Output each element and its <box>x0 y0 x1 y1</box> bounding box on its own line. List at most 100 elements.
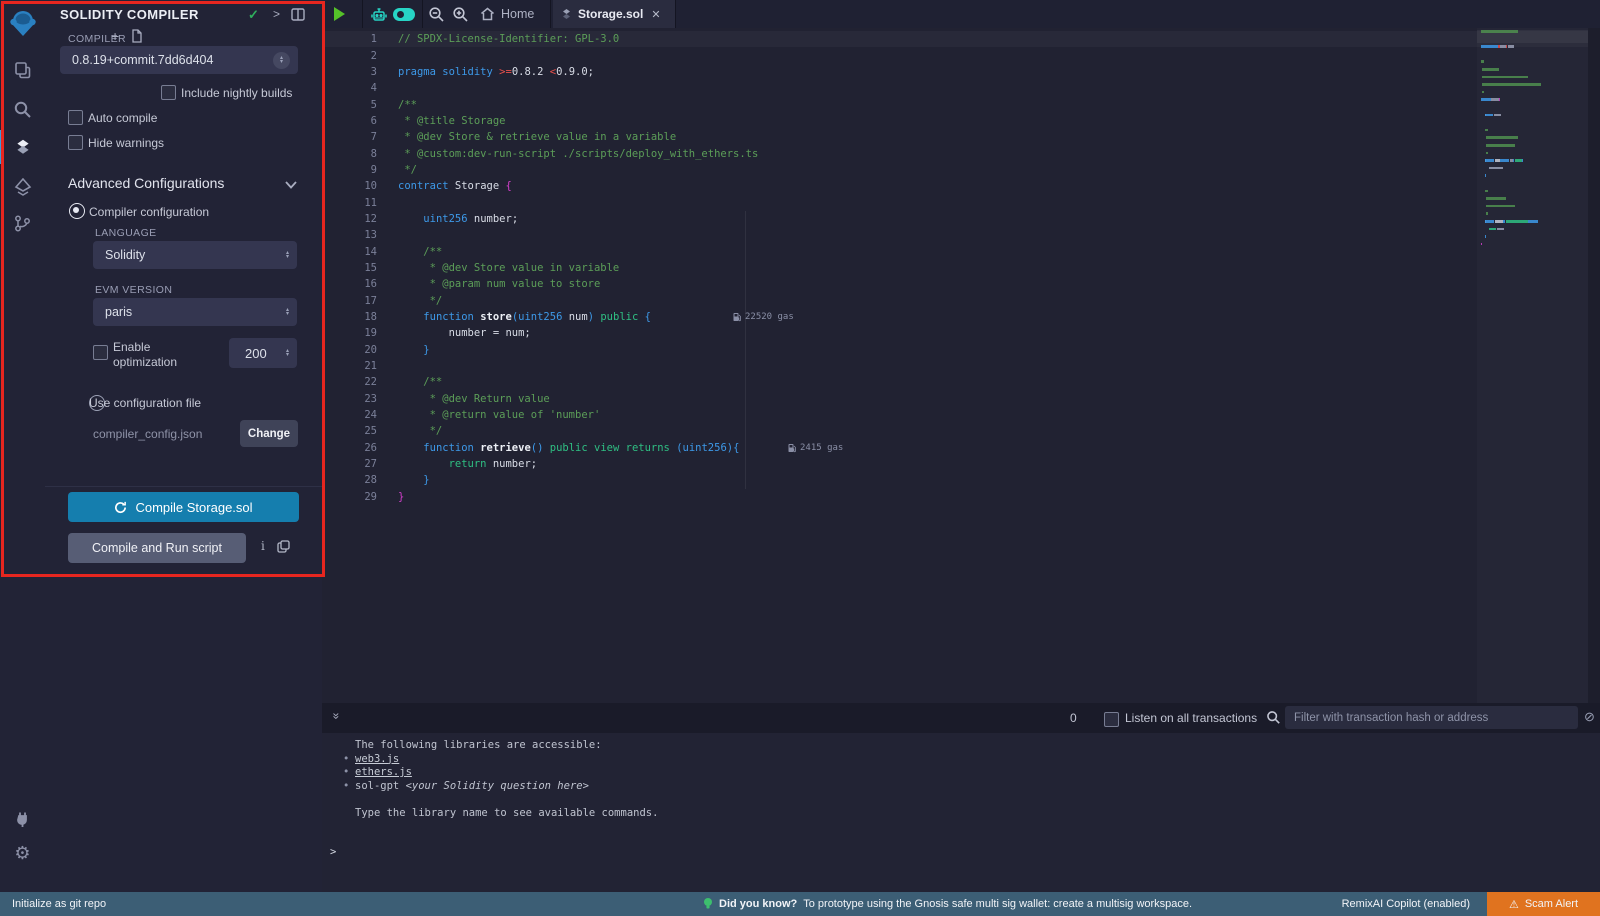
hide-warnings-checkbox[interactable] <box>68 135 83 150</box>
code-line[interactable]: 28 } <box>322 472 1600 488</box>
terminal-header: » 0 Listen on all transactions ⊘ <box>322 703 1600 733</box>
language-select[interactable]: Solidity ▴▾ <box>93 241 297 269</box>
open-file-icon[interactable] <box>130 29 143 43</box>
copilot-status[interactable]: RemixAI Copilot (enabled) <box>1342 898 1470 910</box>
minimap[interactable] <box>1477 28 1588 703</box>
optimization-runs-input[interactable]: 200 ▴▾ <box>229 338 297 368</box>
sidebar-item-git[interactable] <box>0 209 45 237</box>
code-line[interactable]: 21 <box>322 358 1600 374</box>
run-script-button[interactable] <box>334 0 345 28</box>
remixai-assistant-button[interactable] <box>370 0 388 28</box>
code-line[interactable]: 8 * @custom:dev-run-script ./scripts/dep… <box>322 145 1600 161</box>
code-line[interactable]: 13 <box>322 227 1600 243</box>
evm-version-select[interactable]: paris ▴▾ <box>93 298 297 326</box>
code-line[interactable]: 23 * @dev Return value <box>322 391 1600 407</box>
tab-home[interactable]: Home <box>480 0 534 28</box>
info-icon[interactable]: i <box>261 539 265 553</box>
code-line[interactable]: 12 uint256 number; <box>322 211 1600 227</box>
code-line[interactable]: 25 */ <box>322 423 1600 439</box>
include-nightly-checkbox[interactable] <box>161 85 176 100</box>
code-line[interactable]: 24 * @return value of 'number' <box>322 407 1600 423</box>
compiler-configuration-radio[interactable] <box>69 203 85 219</box>
code-line[interactable]: 20 } <box>322 342 1600 358</box>
sidebar-item-plugin-manager[interactable] <box>0 806 45 832</box>
terminal-prompt[interactable]: > <box>330 846 336 858</box>
code-line[interactable]: 5/** <box>322 96 1600 112</box>
refresh-icon <box>114 501 127 514</box>
code-line[interactable]: 26 function retrieve() public view retur… <box>322 440 1600 456</box>
compiler-version-select[interactable]: 0.8.19+commit.7dd6d404 ▴▾ <box>60 46 298 74</box>
sidebar-item-deploy-run[interactable] <box>0 174 45 202</box>
enable-optimization-checkbox[interactable] <box>93 345 108 360</box>
zoom-out-button[interactable] <box>428 0 445 28</box>
git-init-button[interactable]: Initialize as git repo <box>12 898 106 910</box>
code-text: // SPDX-License-Identifier: GPL-3.0 <box>398 33 619 45</box>
code-line[interactable]: 27 return number; <box>322 456 1600 472</box>
split-view-icon[interactable] <box>291 8 305 21</box>
code-line[interactable]: 16 * @param num value to store <box>322 276 1600 292</box>
bullet-icon: • <box>343 766 349 780</box>
change-config-button[interactable]: Change <box>240 420 298 447</box>
copilot-toggle[interactable] <box>393 0 415 28</box>
code-line[interactable]: 3pragma solidity >=0.8.2 <0.9.0; <box>322 64 1600 80</box>
line-number: 2 <box>322 50 377 62</box>
sidebar-item-settings[interactable]: ⚙ <box>0 840 45 866</box>
code-text: */ <box>398 295 442 307</box>
code-line[interactable]: 19 number = num; <box>322 325 1600 341</box>
code-line[interactable]: 29} <box>322 489 1600 505</box>
terminal-line: • ethers.js <box>322 766 1600 780</box>
terminal-line: •sol-gpt <your Solidity question here> <box>322 780 1600 794</box>
line-number: 6 <box>322 115 377 127</box>
sidebar-item-file-explorer[interactable] <box>0 56 45 84</box>
editor-scrollbar[interactable] <box>1588 28 1600 703</box>
expand-terminal-icon[interactable]: » <box>329 713 343 718</box>
remix-logo[interactable] <box>0 8 45 40</box>
block-transactions-icon[interactable]: ⊘ <box>1584 709 1595 725</box>
evm-version-label: EVM VERSION <box>95 284 172 296</box>
sidebar-item-search[interactable] <box>0 95 45 123</box>
transaction-filter-input[interactable] <box>1285 706 1578 729</box>
hide-warnings-label: Hide warnings <box>88 136 164 150</box>
code-editor[interactable]: 1 // SPDX-License-Identifier: GPL-3.0 2 3pr… <box>322 28 1600 703</box>
code-line[interactable]: 11 <box>322 194 1600 210</box>
code-text: contract Storage { <box>398 180 512 192</box>
code-line[interactable]: 6 * @title Storage <box>322 113 1600 129</box>
sidebar-item-solidity-compiler[interactable] <box>0 133 45 161</box>
code-text: function retrieve() public view returns … <box>398 442 739 454</box>
add-custom-compiler-icon[interactable]: + <box>111 28 119 44</box>
zoom-in-button[interactable] <box>452 0 469 28</box>
compile-and-run-button[interactable]: Compile and Run script <box>68 533 246 563</box>
terminal-library-link[interactable]: web3.js <box>355 753 399 765</box>
copy-icon[interactable] <box>277 540 290 553</box>
code-line[interactable]: 17 */ <box>322 293 1600 309</box>
editor-tab-bar: Home Storage.sol ✕ <box>322 0 1600 29</box>
code-line[interactable]: 7 * @dev Store & retrieve value in a var… <box>322 129 1600 145</box>
code-line[interactable]: 2 <box>322 47 1600 63</box>
code-text: return number; <box>398 458 537 470</box>
advanced-configurations-toggle[interactable]: Advanced Configurations <box>68 175 224 191</box>
auto-compile-checkbox[interactable] <box>68 110 83 125</box>
tab-storage-sol[interactable]: Storage.sol ✕ <box>553 0 675 28</box>
code-line[interactable]: 14 /** <box>322 243 1600 259</box>
listen-transactions-checkbox[interactable] <box>1104 712 1119 727</box>
code-line[interactable]: 4 <box>322 80 1600 96</box>
terminal-text: <your Solidity question here> <box>406 780 589 792</box>
expand-panel-arrow-icon[interactable]: > <box>273 7 280 21</box>
chevron-down-icon[interactable] <box>285 181 297 189</box>
evm-version-value: paris <box>105 305 132 319</box>
code-line[interactable]: 1 // SPDX-License-Identifier: GPL-3.0 <box>322 31 1600 47</box>
code-text: * @dev Store & retrieve value in a varia… <box>398 131 676 143</box>
terminal-text: Type the library name to see available c… <box>355 807 658 819</box>
line-number: 18 <box>322 311 377 323</box>
code-line[interactable]: 18 function store(uint256 num) public {2… <box>322 309 1600 325</box>
code-line[interactable]: 22 /** <box>322 374 1600 390</box>
terminal-search-icon[interactable] <box>1266 710 1281 725</box>
code-line[interactable]: 15 * @dev Store value in variable <box>322 260 1600 276</box>
close-tab-icon[interactable]: ✕ <box>651 8 660 21</box>
compile-button[interactable]: Compile Storage.sol <box>68 492 299 522</box>
code-line[interactable]: 9 */ <box>322 162 1600 178</box>
code-line[interactable]: 10contract Storage { <box>322 178 1600 194</box>
terminal-library-link[interactable]: ethers.js <box>355 766 412 778</box>
scam-alert-badge[interactable]: ⚠ Scam Alert <box>1487 892 1600 916</box>
line-number: 1 <box>322 33 377 45</box>
